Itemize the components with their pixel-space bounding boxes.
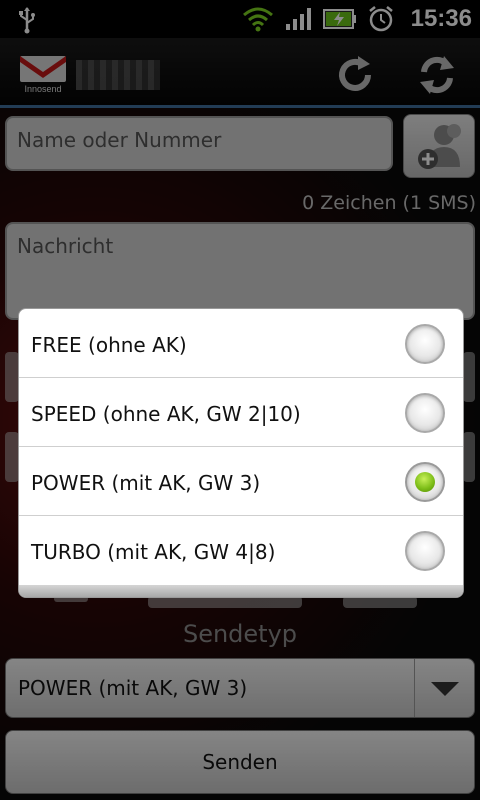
- radio-selected-dot: [415, 472, 435, 492]
- dialog-bottom-edge: [19, 585, 463, 597]
- option-free[interactable]: FREE (ohne AK): [19, 309, 463, 378]
- radio-button[interactable]: [405, 393, 445, 433]
- sendetyp-dialog: FREE (ohne AK) SPEED (ohne AK, GW 2|10) …: [18, 308, 464, 598]
- option-turbo[interactable]: TURBO (mit AK, GW 4|8): [19, 516, 463, 585]
- option-speed[interactable]: SPEED (ohne AK, GW 2|10): [19, 378, 463, 447]
- option-label: POWER (mit AK, GW 3): [31, 471, 261, 495]
- radio-button-selected[interactable]: [405, 462, 445, 502]
- radio-button[interactable]: [405, 324, 445, 364]
- option-power[interactable]: POWER (mit AK, GW 3): [19, 447, 463, 516]
- option-label: TURBO (mit AK, GW 4|8): [31, 540, 276, 564]
- option-label: SPEED (ohne AK, GW 2|10): [31, 402, 301, 426]
- option-label: FREE (ohne AK): [31, 333, 187, 357]
- radio-button[interactable]: [405, 531, 445, 571]
